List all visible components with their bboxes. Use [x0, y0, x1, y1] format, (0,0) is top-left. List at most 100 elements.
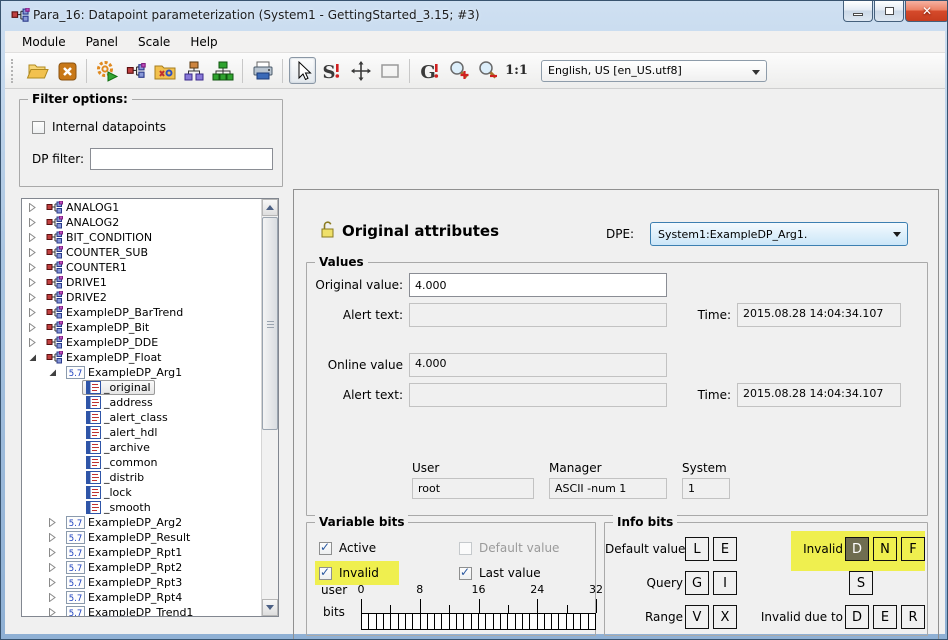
dpe-select[interactable]: System1:ExampleDP_Arg1. — [650, 222, 908, 246]
scroll-thumb[interactable] — [262, 217, 278, 430]
tree-row[interactable]: _alert_hdl — [22, 425, 261, 440]
close-button[interactable]: ✕ — [905, 1, 948, 22]
user-bit-cell[interactable] — [472, 614, 479, 629]
tree-item[interactable]: 5.7ExampleDP_Result — [62, 530, 194, 545]
minimize-button[interactable] — [843, 1, 873, 22]
user-bit-cell[interactable] — [384, 614, 391, 629]
datapoint-tree[interactable]: ANALOG1 ANALOG2 BIT_CONDITION COUNTER_SU… — [21, 198, 279, 617]
expander-collapsed-icon[interactable] — [48, 533, 62, 542]
module-g-icon[interactable]: G — [416, 57, 443, 84]
expander-collapsed-icon[interactable] — [48, 608, 62, 616]
tree-item[interactable]: _distrib — [82, 470, 148, 485]
tree-row[interactable]: ExampleDP_DDE — [22, 335, 261, 350]
tree-row[interactable]: ExampleDP_Bit — [22, 320, 261, 335]
expander-collapsed-icon[interactable] — [28, 323, 42, 332]
user-bit-cell[interactable] — [508, 614, 515, 629]
tree-row[interactable]: _lock — [22, 485, 261, 500]
print-icon[interactable] — [249, 57, 276, 84]
tree-row[interactable]: _alert_class — [22, 410, 261, 425]
expander-collapsed-icon[interactable] — [28, 308, 42, 317]
tree-row[interactable]: _address — [22, 395, 261, 410]
zoom-out-icon[interactable] — [474, 57, 501, 84]
tree-row[interactable]: 5.7ExampleDP_Rpt1 — [22, 545, 261, 560]
user-bit-cell[interactable] — [399, 614, 406, 629]
user-bit-cell[interactable] — [538, 614, 545, 629]
tree-item[interactable]: _original — [82, 380, 155, 395]
tree-item[interactable]: DRIVE2 — [42, 290, 111, 305]
tree-item[interactable]: _lock — [82, 485, 136, 500]
user-bits-strip[interactable] — [361, 613, 596, 630]
expander-collapsed-icon[interactable] — [28, 263, 42, 272]
menu-module[interactable]: Module — [13, 33, 75, 51]
tree-item[interactable]: _archive — [82, 440, 154, 455]
user-bit-cell[interactable] — [413, 614, 420, 629]
user-bit-cell[interactable] — [501, 614, 508, 629]
maximize-button[interactable] — [874, 1, 904, 22]
expander-collapsed-icon[interactable] — [48, 563, 62, 572]
expander-expanded-icon[interactable] — [48, 368, 62, 377]
tree-row[interactable]: COUNTER_SUB — [22, 245, 261, 260]
user-bit-cell[interactable] — [589, 614, 595, 629]
tree-item[interactable]: ANALOG1 — [42, 200, 123, 215]
hierarchy-view-icon[interactable] — [180, 57, 207, 84]
menu-panel[interactable]: Panel — [77, 33, 127, 51]
exit-icon[interactable] — [53, 57, 80, 84]
tree-item[interactable]: 5.7ExampleDP_Rpt4 — [62, 590, 186, 605]
expander-collapsed-icon[interactable] — [28, 338, 42, 347]
user-bit-cell[interactable] — [450, 614, 457, 629]
expander-collapsed-icon[interactable] — [28, 278, 42, 287]
user-bit-cell[interactable] — [435, 614, 442, 629]
tree-item[interactable]: _alert_hdl — [82, 425, 161, 440]
tree-row[interactable]: ExampleDP_BarTrend — [22, 305, 261, 320]
menu-scale[interactable]: Scale — [129, 33, 179, 51]
expander-collapsed-icon[interactable] — [48, 548, 62, 557]
original-value-input[interactable] — [409, 273, 667, 297]
user-bit-cell[interactable] — [369, 614, 376, 629]
tree-row[interactable]: DRIVE2 — [22, 290, 261, 305]
pan-move-icon[interactable] — [347, 57, 374, 84]
zoom-rect-icon[interactable] — [376, 57, 403, 84]
select-cursor-icon[interactable] — [289, 57, 316, 84]
tree-item[interactable]: 5.7ExampleDP_Arg1 — [62, 365, 186, 380]
tree-item[interactable]: DRIVE1 — [42, 275, 111, 290]
tree-item[interactable]: 5.7ExampleDP_Arg2 — [62, 515, 186, 530]
user-bit-cell[interactable] — [552, 614, 559, 629]
tree-item[interactable]: 5.7ExampleDP_Rpt2 — [62, 560, 186, 575]
tree-row[interactable]: _distrib — [22, 470, 261, 485]
tree-item[interactable]: BIT_CONDITION — [42, 230, 156, 245]
user-bit-cell[interactable] — [530, 614, 537, 629]
tree-row[interactable]: ANALOG1 — [22, 200, 261, 215]
user-bit-cell[interactable] — [406, 614, 413, 629]
tree-item[interactable]: COUNTER_SUB — [42, 245, 152, 260]
user-bit-cell[interactable] — [567, 614, 574, 629]
zoom-in-icon[interactable] — [445, 57, 472, 84]
scroll-up-button[interactable] — [262, 199, 278, 216]
dp-types-admin-icon[interactable] — [151, 57, 178, 84]
module-s-icon[interactable]: S — [318, 57, 345, 84]
expander-collapsed-icon[interactable] — [28, 218, 42, 227]
original-scale-icon[interactable]: 1:1 — [503, 57, 530, 84]
tree-row[interactable]: 5.7ExampleDP_Rpt3 — [22, 575, 261, 590]
user-bit-cell[interactable] — [559, 614, 566, 629]
tree-row[interactable]: _original — [22, 380, 261, 395]
expander-collapsed-icon[interactable] — [28, 233, 42, 242]
tree-row[interactable]: BIT_CONDITION — [22, 230, 261, 245]
tree-row[interactable]: DRIVE1 — [22, 275, 261, 290]
tree-row[interactable]: COUNTER1 — [22, 260, 261, 275]
tree-row[interactable]: _smooth — [22, 500, 261, 515]
expander-collapsed-icon[interactable] — [28, 248, 42, 257]
tree-item[interactable]: COUNTER1 — [42, 260, 131, 275]
tree-row[interactable]: ExampleDP_Float — [22, 350, 261, 365]
scroll-down-button[interactable] — [262, 599, 278, 616]
expander-collapsed-icon[interactable] — [28, 293, 42, 302]
tree-item[interactable]: ANALOG2 — [42, 215, 123, 230]
user-bit-cell[interactable] — [574, 614, 581, 629]
titlebar[interactable]: Para_16: Datapoint parameterization (Sys… — [1, 1, 947, 31]
last-value-checkbox[interactable]: ✓ — [459, 567, 472, 580]
tree-item[interactable]: 5.7ExampleDP_Rpt1 — [62, 545, 186, 560]
open-project-icon[interactable] — [24, 57, 51, 84]
tree-item[interactable]: 5.7ExampleDP_Rpt3 — [62, 575, 186, 590]
tree-row[interactable]: 5.7ExampleDP_Trend1 — [22, 605, 261, 616]
user-bit-cell[interactable] — [362, 614, 369, 629]
user-bit-cell[interactable] — [494, 614, 501, 629]
